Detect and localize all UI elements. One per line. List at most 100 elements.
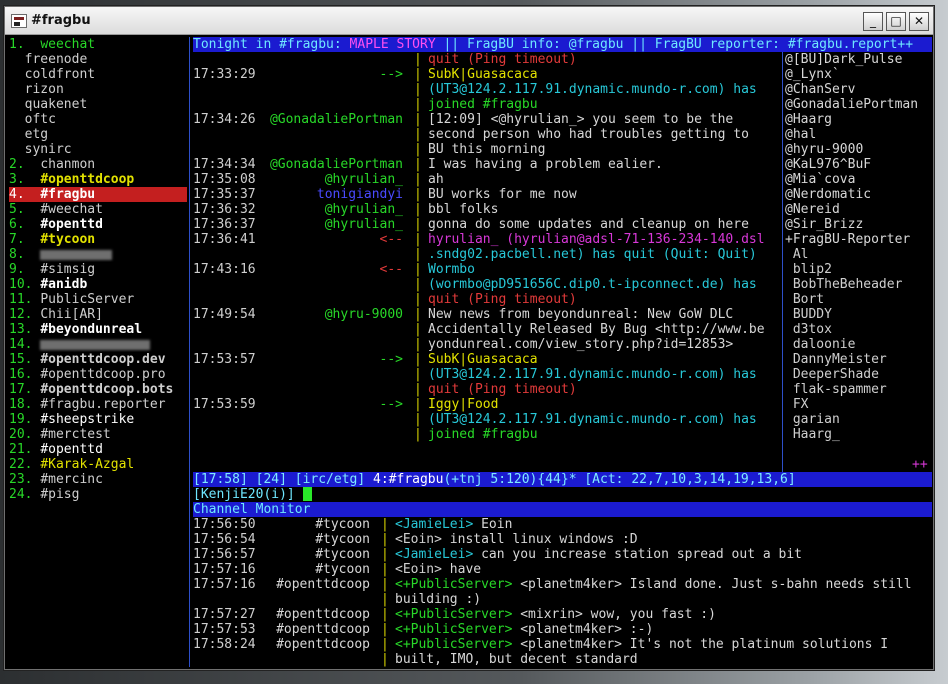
monitor-nick[interactable]: <Eoin> (395, 532, 442, 547)
nicklist-entry[interactable]: @KaL976^BuF (785, 157, 932, 172)
nicklist-entry[interactable]: d3tox (785, 322, 932, 337)
monitor-text: have (441, 562, 482, 577)
sidebar-item[interactable]: 7. #tycoon (9, 232, 187, 247)
nicklist-entry[interactable]: @Mia`cova (785, 172, 932, 187)
nicklist-entry[interactable]: @Nereid (785, 202, 932, 217)
chat-nick[interactable]: @hyru-9000 (193, 307, 403, 322)
monitor-timestamp: 17:57:53 (193, 622, 256, 637)
nicklist-entry[interactable]: blip2 (785, 262, 932, 277)
chat-nick[interactable]: <-- (193, 262, 403, 277)
monitor-channel[interactable]: #openttdcoop (266, 637, 370, 652)
nicklist-entry[interactable]: @hyru-9000 (785, 142, 932, 157)
sidebar-item[interactable]: oftc (9, 112, 187, 127)
close-button[interactable]: ✕ (909, 12, 929, 31)
minimize-button[interactable]: _ (863, 12, 883, 31)
chat-nick[interactable]: --> (193, 397, 403, 412)
nicklist-entry[interactable]: @_Lynx` (785, 67, 932, 82)
chat-nick[interactable]: @GonadaliePortman (193, 112, 403, 127)
nicklist-entry[interactable]: DannyMeister (785, 352, 932, 367)
nicklist-entry[interactable]: garian (785, 412, 932, 427)
sidebar-item[interactable]: 4. #fragbu (9, 187, 187, 202)
nicklist-entry[interactable]: @GonadaliePortman (785, 97, 932, 112)
sidebar-item-label: #anidb (40, 277, 88, 292)
monitor-nick[interactable]: <+PublicServer> (395, 637, 512, 652)
sidebar-item[interactable]: synirc (9, 142, 187, 157)
sidebar-item[interactable]: 16. #openttdcoop.pro (9, 367, 187, 382)
nicklist-entry[interactable]: +FragBU-Reporter (785, 232, 932, 247)
sidebar-item[interactable]: 17. #openttdcoop.bots (9, 382, 187, 397)
chat-nick[interactable]: @hyrulian_ (193, 172, 403, 187)
monitor-channel[interactable]: #tycoon (266, 562, 370, 577)
sidebar-item[interactable]: 18. #fragbu.reporter (9, 397, 187, 412)
chat-nick[interactable]: --> (193, 352, 403, 367)
nicklist-entry[interactable]: @Nerdomatic (785, 187, 932, 202)
chat-nick[interactable]: --> (193, 67, 403, 82)
monitor-channel[interactable]: #tycoon (266, 517, 370, 532)
sidebar-item[interactable]: 11. PublicServer (9, 292, 187, 307)
monitor-timestamp: 17:56:57 (193, 547, 256, 562)
sidebar-item[interactable]: 24. #pisg (9, 487, 187, 502)
monitor-nick[interactable]: <+PublicServer> (395, 577, 512, 592)
monitor-channel[interactable]: #openttdcoop (266, 607, 370, 622)
sidebar-item[interactable]: 14. (9, 337, 187, 352)
sidebar-item[interactable]: 13. #beyondunreal (9, 322, 187, 337)
sidebar-item[interactable]: 3. #openttdcoop (9, 172, 187, 187)
sidebar-item[interactable]: 12. Chii[AR] (9, 307, 187, 322)
nicklist-entry[interactable]: FX (785, 397, 932, 412)
sidebar-item[interactable]: 5. #weechat (9, 202, 187, 217)
monitor-nick[interactable]: <+PublicServer> (395, 607, 512, 622)
maximize-button[interactable]: □ (886, 12, 906, 31)
sidebar-item[interactable]: rizon (9, 82, 187, 97)
nicklist-entry[interactable]: Haarg_ (785, 427, 932, 442)
nicklist-entry[interactable]: @Haarg (785, 112, 932, 127)
chat-nick[interactable]: @GonadaliePortman (193, 157, 403, 172)
chat-nick[interactable]: @hyrulian_ (193, 217, 403, 232)
sidebar-item[interactable]: 23. #mercinc (9, 472, 187, 487)
sidebar-item[interactable]: 9. #simsig (9, 262, 187, 277)
input-line[interactable]: [KenjiE20(i)] (193, 487, 312, 502)
sidebar-item[interactable]: 21. #openttd (9, 442, 187, 457)
monitor-channel[interactable]: #tycoon (266, 547, 370, 562)
nicklist-entry[interactable]: daloonie (785, 337, 932, 352)
sidebar-item[interactable]: 19. #sheepstrike (9, 412, 187, 427)
monitor-text: <planetm4ker> Island done. Just s-bahn n… (512, 577, 912, 592)
sidebar-item[interactable]: freenode (9, 52, 187, 67)
monitor-nick[interactable]: <+PublicServer> (395, 622, 512, 637)
nicklist-entry[interactable]: BUDDY (785, 307, 932, 322)
nicklist-entry[interactable]: @hal (785, 127, 932, 142)
sidebar-item[interactable]: coldfront (9, 67, 187, 82)
nicklist-entry[interactable]: @Sir_Brizz (785, 217, 932, 232)
chat-nick[interactable]: <-- (193, 232, 403, 247)
monitor-channel[interactable]: #openttdcoop (266, 622, 370, 637)
nicklist-entry[interactable]: @ChanServ (785, 82, 932, 97)
sidebar-item[interactable]: 15. #openttdcoop.dev (9, 352, 187, 367)
monitor-nick[interactable]: <Eoin> (395, 562, 442, 577)
chat-message: Iggy|Food (428, 397, 499, 412)
sidebar-item[interactable]: 20. #merctest (9, 427, 187, 442)
nicklist-entry[interactable]: DeeperShade (785, 367, 932, 382)
monitor-nick[interactable]: <JamieLei> (395, 517, 473, 532)
sidebar-item[interactable]: 22. #Karak-Azgal (9, 457, 187, 472)
chat-nick[interactable]: @hyrulian_ (193, 202, 403, 217)
sidebar-item[interactable]: 10. #anidb (9, 277, 187, 292)
title-bar[interactable]: #fragbu _ □ ✕ (5, 7, 933, 35)
chat-separator: | (414, 262, 422, 277)
monitor-channel[interactable]: #openttdcoop (266, 577, 370, 592)
nicklist-entry[interactable]: BobTheBeheader (785, 277, 932, 292)
nicklist-entry[interactable]: Al (785, 247, 932, 262)
nicklist-entry[interactable]: @[BU]Dark_Pulse (785, 52, 932, 67)
nicklist-entry[interactable]: flak-spammer (785, 382, 932, 397)
sidebar-item[interactable]: 8. (9, 247, 187, 262)
sidebar-item[interactable]: etg (9, 127, 187, 142)
chat-nick[interactable]: tonigiandyi (193, 187, 403, 202)
sidebar-item-number: 16. (9, 367, 33, 382)
chat-separator: | (414, 322, 422, 337)
sidebar-item[interactable]: 2. chanmon (9, 157, 187, 172)
sidebar-item[interactable]: 1. weechat (9, 37, 187, 52)
monitor-nick[interactable]: <JamieLei> (395, 547, 473, 562)
sidebar-item[interactable]: quakenet (9, 97, 187, 112)
monitor-separator: | (381, 652, 389, 667)
nicklist-entry[interactable]: Bort (785, 292, 932, 307)
sidebar-item[interactable]: 6. #openttd (9, 217, 187, 232)
monitor-channel[interactable]: #tycoon (266, 532, 370, 547)
